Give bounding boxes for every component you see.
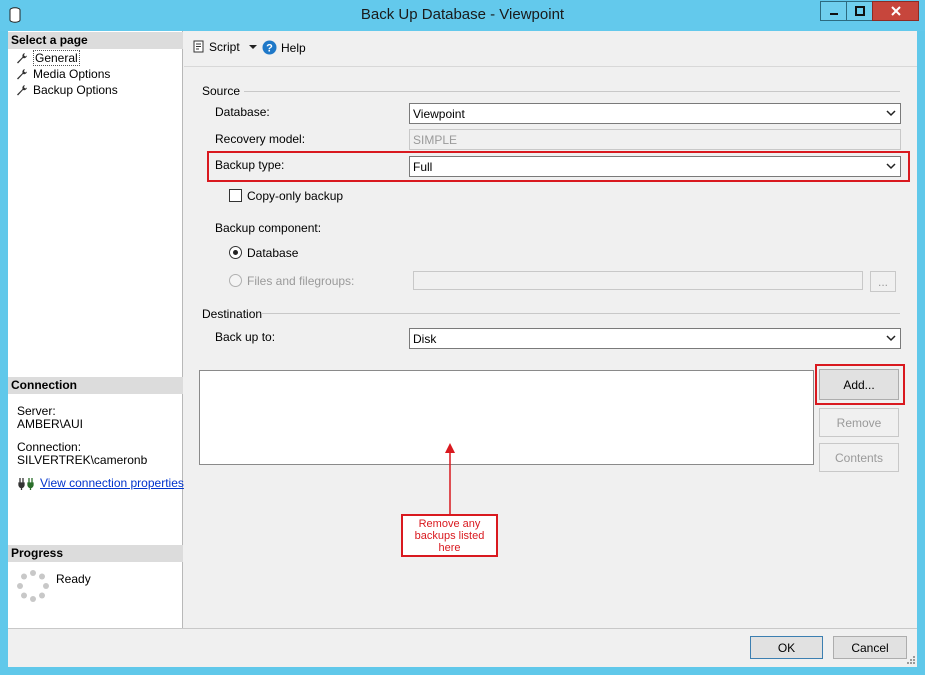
left-pane xyxy=(8,31,183,628)
page-item-general[interactable]: General xyxy=(16,50,80,66)
chevron-down-icon xyxy=(886,163,896,170)
progress-header: Progress xyxy=(8,545,183,562)
page-item-label: Backup Options xyxy=(33,83,118,97)
chevron-down-icon xyxy=(886,335,896,342)
maximize-button[interactable] xyxy=(846,1,873,21)
copy-only-label: Copy-only backup xyxy=(247,189,344,203)
page-item-label: Media Options xyxy=(33,67,111,81)
minimize-icon xyxy=(829,13,838,15)
resize-grip-icon[interactable] xyxy=(906,655,916,665)
page-item-media-options[interactable]: Media Options xyxy=(16,66,110,82)
script-icon xyxy=(193,40,204,53)
backup-type-value: Full xyxy=(413,160,433,174)
cancel-button[interactable]: Cancel xyxy=(833,636,907,659)
help-label: Help xyxy=(281,40,306,55)
progress-status: Ready xyxy=(56,572,91,586)
recovery-model-label: Recovery model: xyxy=(215,132,306,146)
backup-type-label: Backup type: xyxy=(215,158,285,172)
close-button[interactable] xyxy=(872,1,919,21)
chevron-down-icon xyxy=(886,110,896,117)
backup-component-label: Backup component: xyxy=(215,221,322,235)
radio-selected-dot xyxy=(233,250,238,255)
component-database-radio[interactable] xyxy=(229,246,242,259)
wrench-icon xyxy=(17,85,27,96)
database-label: Database: xyxy=(215,105,270,119)
copy-only-checkbox[interactable] xyxy=(229,189,242,202)
help-icon: ? xyxy=(262,40,277,55)
database-select[interactable]: Viewpoint xyxy=(409,103,901,124)
close-icon xyxy=(890,6,901,16)
backup-destination-list[interactable] xyxy=(199,370,814,465)
back-up-to-select[interactable]: Disk xyxy=(409,328,901,349)
component-database-label: Database xyxy=(247,246,299,260)
files-browse-button[interactable]: ... xyxy=(870,271,896,292)
help-button[interactable]: ? Help xyxy=(262,40,306,55)
destination-group-label: Destination xyxy=(202,307,263,321)
page-item-backup-options[interactable]: Backup Options xyxy=(16,82,118,98)
database-value: Viewpoint xyxy=(413,107,465,121)
connection-plug-icon xyxy=(18,478,34,490)
recovery-model-field: SIMPLE xyxy=(409,129,901,150)
source-group-label: Source xyxy=(202,84,241,98)
add-button[interactable]: Add... xyxy=(819,369,899,400)
component-files-radio[interactable] xyxy=(229,274,242,287)
back-up-to-value: Disk xyxy=(413,332,437,346)
back-up-to-label: Back up to: xyxy=(215,330,276,344)
annotation-callout: Remove any backups listed here xyxy=(401,514,498,557)
contents-button[interactable]: Contents xyxy=(819,443,899,472)
connection-header: Connection xyxy=(8,377,183,394)
view-connection-properties-link[interactable]: View connection properties xyxy=(40,476,184,490)
maximize-icon xyxy=(854,6,865,16)
connection-value: SILVERTREK\cameronb xyxy=(17,453,148,467)
recovery-model-value: SIMPLE xyxy=(413,133,458,147)
window-title: Back Up Database - Viewpoint xyxy=(360,6,565,23)
ok-button[interactable]: OK xyxy=(750,636,823,659)
page-item-label: General xyxy=(33,50,80,66)
server-label: Server: xyxy=(17,404,56,418)
svg-text:?: ? xyxy=(266,43,273,55)
script-button[interactable]: Script xyxy=(192,40,258,54)
remove-button[interactable]: Remove xyxy=(819,408,899,437)
script-label: Script xyxy=(209,40,240,54)
minimize-button[interactable] xyxy=(820,1,847,21)
wrench-icon xyxy=(17,53,27,64)
destination-divider xyxy=(261,313,900,314)
source-divider xyxy=(244,91,900,92)
backup-type-select[interactable]: Full xyxy=(409,156,901,177)
server-value: AMBER\AUI xyxy=(17,417,84,431)
connection-label: Connection: xyxy=(17,440,82,454)
filegroups-field xyxy=(413,271,863,290)
select-page-header: Select a page xyxy=(8,32,183,49)
chevron-down-icon xyxy=(248,45,257,49)
progress-spinner-icon xyxy=(17,570,49,602)
annotation-arrow xyxy=(445,443,455,516)
wrench-icon xyxy=(17,69,27,80)
component-files-label: Files and filegroups: xyxy=(247,274,355,288)
